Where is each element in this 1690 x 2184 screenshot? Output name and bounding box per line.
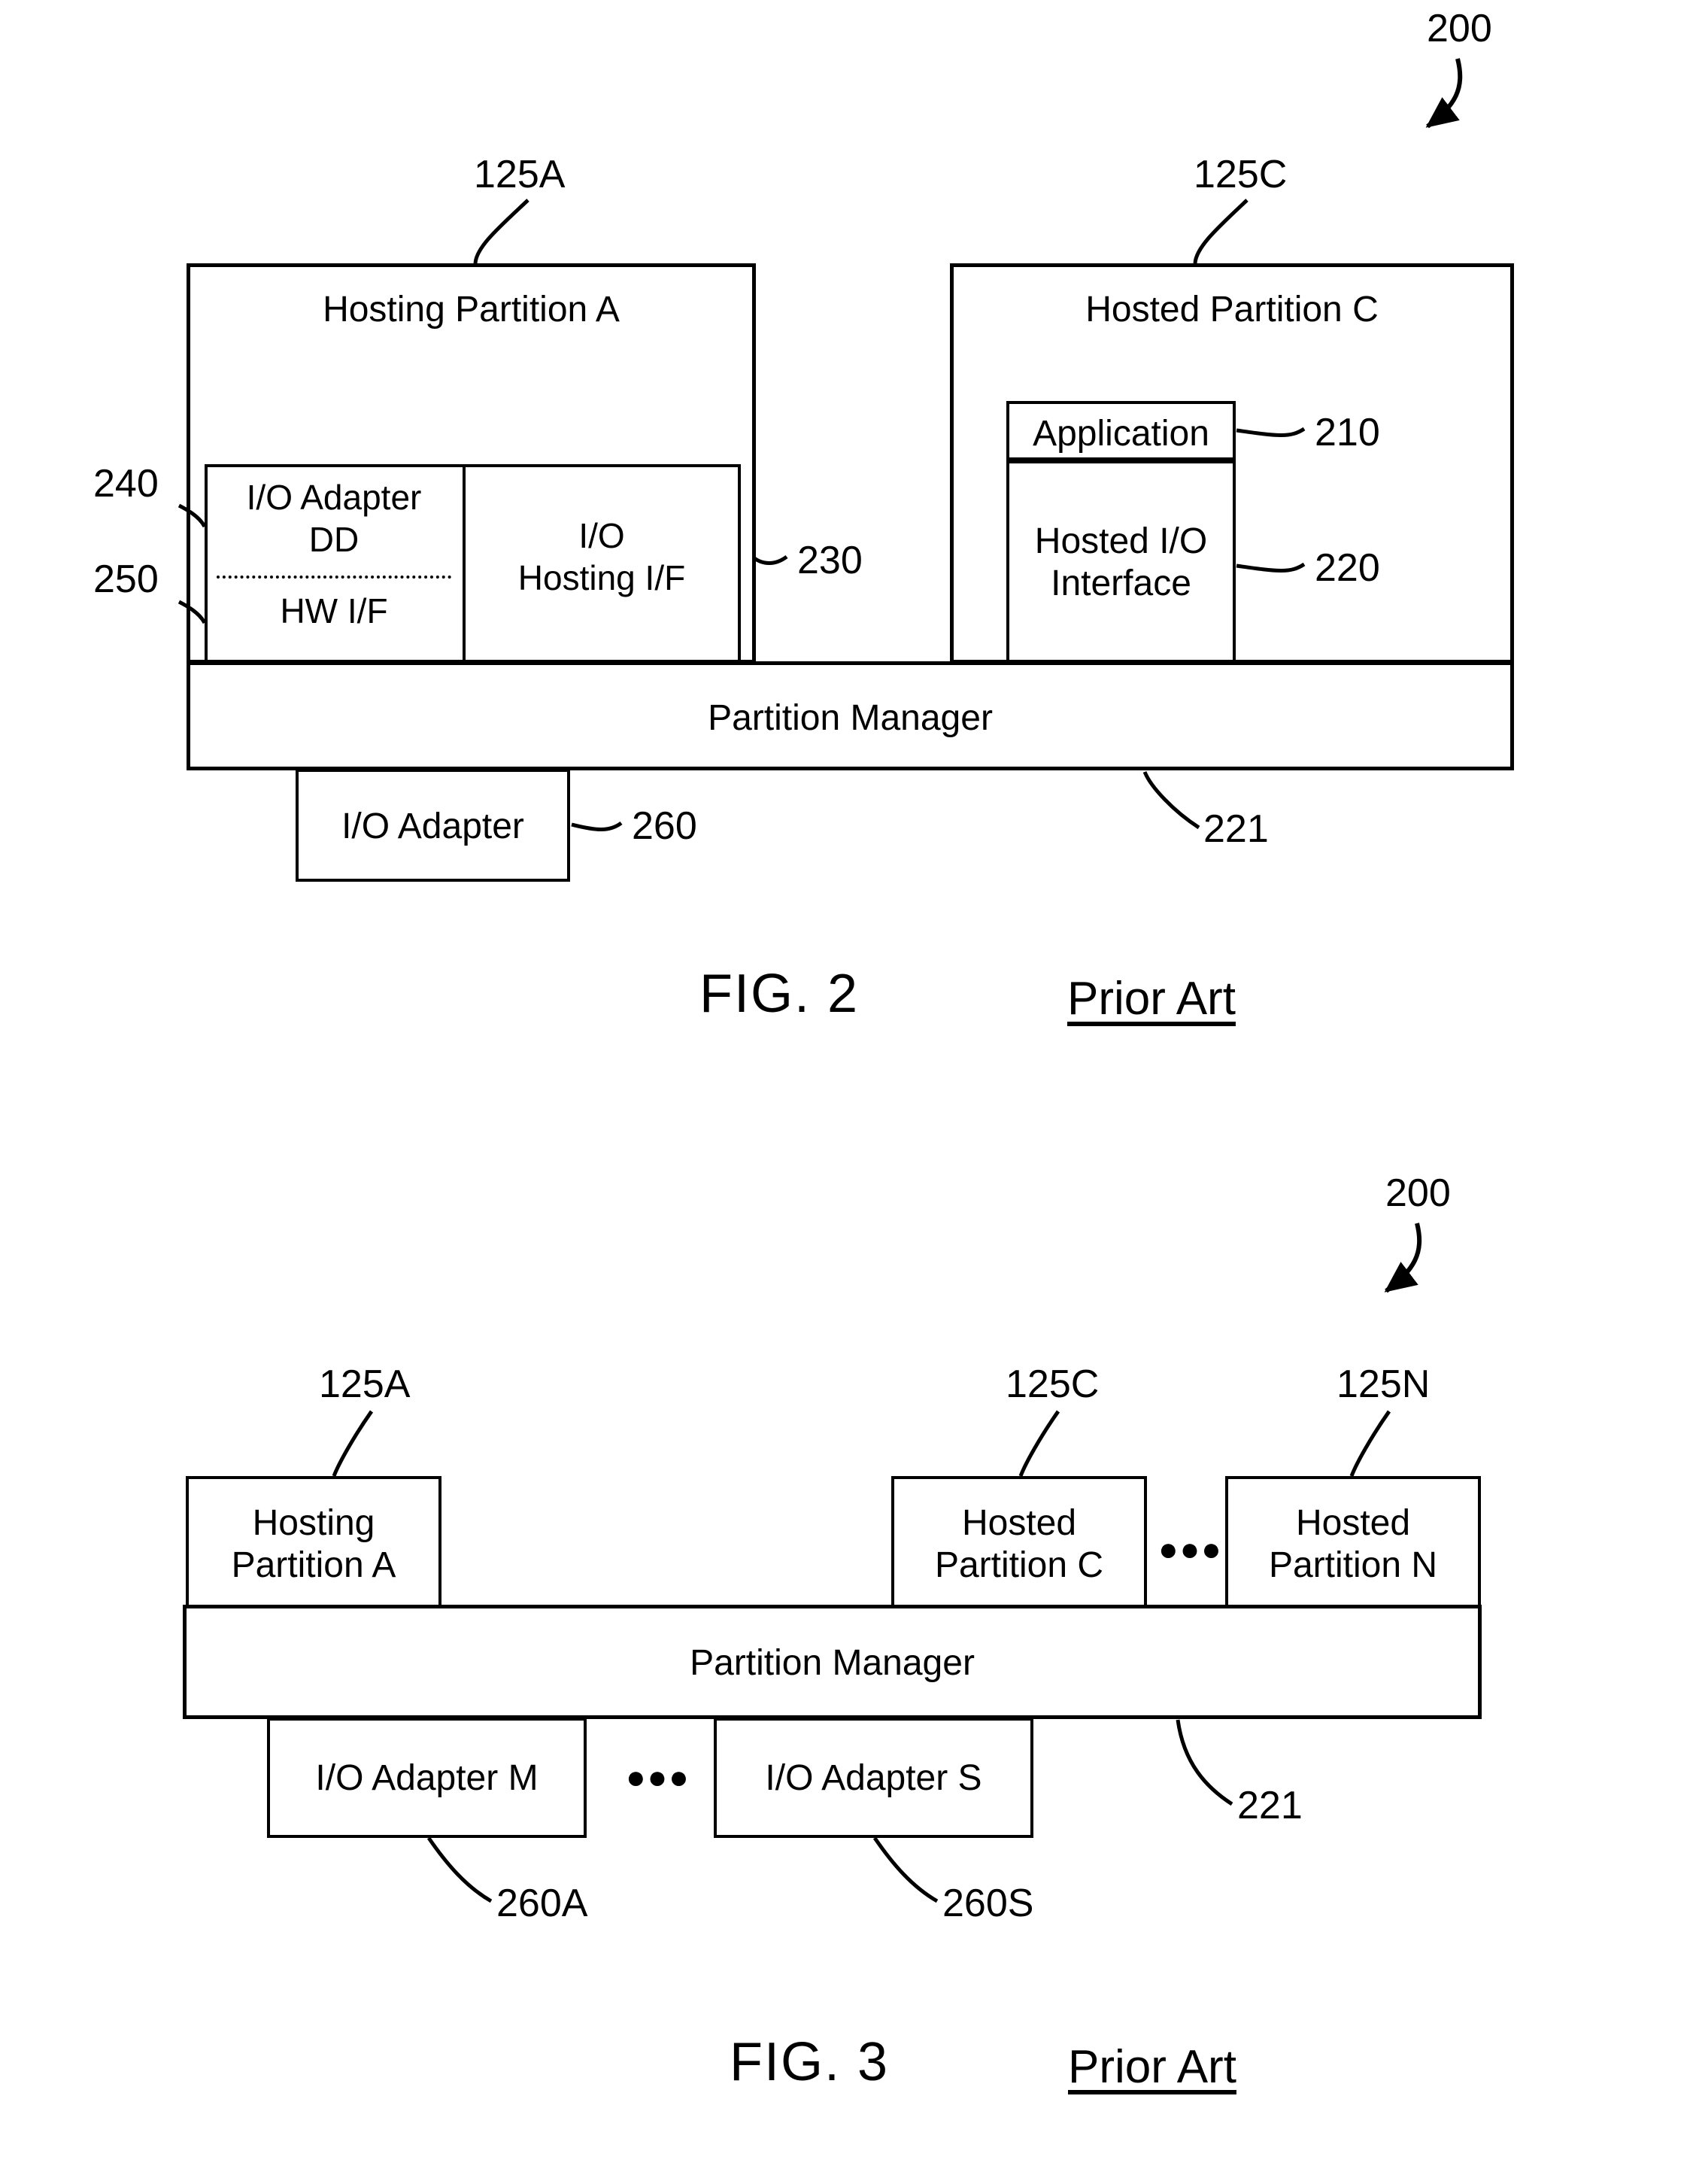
fig3-leader-260a <box>426 1836 493 1903</box>
fig3-io-adapter-m-label: I/O Adapter M <box>315 1758 539 1798</box>
fig3-leader-125a <box>332 1410 374 1477</box>
fig3-system-ref-200: 200 <box>1385 1171 1451 1215</box>
fig2-leader-221 <box>1142 770 1200 830</box>
fig3-hosted-partition-c-box: Hosted Partition C <box>891 1476 1147 1608</box>
fig2-leader-125a <box>473 199 529 264</box>
fig2-system-ref-200: 200 <box>1427 7 1492 50</box>
fig3-leader-260s <box>872 1836 939 1903</box>
fig2-partition-manager-box: Partition Manager <box>187 661 1514 770</box>
fig3-hosted-partition-n-line2: Partition N <box>1268 1545 1438 1585</box>
fig2-hosting-partition-a-title: Hosting Partition A <box>323 290 620 330</box>
fig2-io-hosting-if-label-line2: Hosting I/F <box>517 558 686 597</box>
fig3-ref-221: 221 <box>1237 1784 1303 1827</box>
fig3-adapter-ellipsis: ●●● <box>626 1759 690 1796</box>
fig3-hosting-partition-a-box: Hosting Partition A <box>186 1476 441 1608</box>
fig3-hosted-partition-n-line1: Hosted <box>1295 1503 1411 1543</box>
fig3-io-adapter-s-label: I/O Adapter S <box>765 1758 982 1798</box>
fig3-leader-125n <box>1349 1410 1391 1477</box>
fig2-io-adapter-dd-label-line1: I/O Adapter <box>246 478 422 517</box>
fig2-io-adapter-dd-label-line2: DD <box>308 520 360 559</box>
fig3-ref-125n: 125N <box>1337 1362 1431 1406</box>
fig3-ref-125a: 125A <box>319 1362 411 1406</box>
fig2-hosted-io-interface-box: Hosted I/O Interface <box>1006 460 1236 664</box>
fig2-prior-art-note: Prior Art <box>1067 973 1236 1025</box>
fig2-hw-if-label: HW I/F <box>280 591 388 630</box>
fig3-prior-art-note: Prior Art <box>1068 2041 1236 2093</box>
fig3-hosted-partition-c-line2: Partition C <box>934 1545 1104 1585</box>
fig3-ref-260s: 260S <box>942 1882 1034 1925</box>
fig3-hosting-partition-a-line1: Hosting <box>252 1503 375 1543</box>
fig2-ref-260: 260 <box>632 804 697 848</box>
fig2-hosted-io-interface-line1: Hosted I/O <box>1034 521 1208 561</box>
fig3-partition-manager-box: Partition Manager <box>183 1605 1482 1719</box>
fig3-arrow-200 <box>1384 1223 1422 1293</box>
fig2-io-adapter-box: I/O Adapter <box>296 769 570 882</box>
fig3-io-adapter-m-box: I/O Adapter M <box>267 1718 587 1838</box>
fig2-hosted-partition-c-title: Hosted Partition C <box>1085 290 1379 330</box>
fig2-application-label: Application <box>1033 414 1209 454</box>
fig2-ref-210: 210 <box>1315 411 1380 454</box>
fig2-ref-250: 250 <box>93 557 159 601</box>
fig2-leader-230 <box>753 554 788 565</box>
fig3-leader-125c <box>1018 1410 1060 1477</box>
fig3-ref-125c: 125C <box>1006 1362 1100 1406</box>
fig3-io-adapter-s-box: I/O Adapter S <box>714 1718 1033 1838</box>
fig3-hosting-partition-a-line2: Partition A <box>231 1545 396 1585</box>
fig2-leader-260 <box>571 821 623 831</box>
fig3-leader-221 <box>1176 1719 1233 1806</box>
fig2-partition-manager-label: Partition Manager <box>708 698 993 738</box>
fig2-hosted-io-interface-line2: Interface <box>1051 563 1191 603</box>
fig2-ref-125c: 125C <box>1194 153 1288 196</box>
fig2-ref-240: 240 <box>93 462 159 506</box>
fig2-ref-221: 221 <box>1203 807 1269 851</box>
fig3-ref-260a: 260A <box>496 1882 588 1925</box>
fig2-io-adapter-label: I/O Adapter <box>341 806 524 846</box>
fig2-application-box: Application <box>1006 401 1236 460</box>
fig3-partition-ellipsis: ●●● <box>1158 1531 1223 1568</box>
fig3-partition-manager-label: Partition Manager <box>690 1643 975 1683</box>
fig2-arrow-200 <box>1425 58 1463 129</box>
fig2-ref-125a: 125A <box>474 153 566 196</box>
patent-drawing-sheet: 200 125A 125C Hosting Partition A I/O Ad… <box>0 0 1690 2184</box>
fig2-dd-hwif-dotted-separator <box>217 576 451 579</box>
fig2-io-hosting-if-label-line1: I/O <box>578 516 625 555</box>
fig3-caption: FIG. 3 <box>730 2032 890 2092</box>
fig2-inner-divider <box>463 464 466 664</box>
fig2-leader-125c <box>1193 199 1249 264</box>
fig2-ref-230: 230 <box>797 539 863 582</box>
fig2-caption: FIG. 2 <box>699 964 860 1024</box>
fig2-ref-220: 220 <box>1315 546 1380 590</box>
fig3-hosted-partition-c-line1: Hosted <box>961 1503 1077 1543</box>
fig3-hosted-partition-n-box: Hosted Partition N <box>1225 1476 1481 1608</box>
